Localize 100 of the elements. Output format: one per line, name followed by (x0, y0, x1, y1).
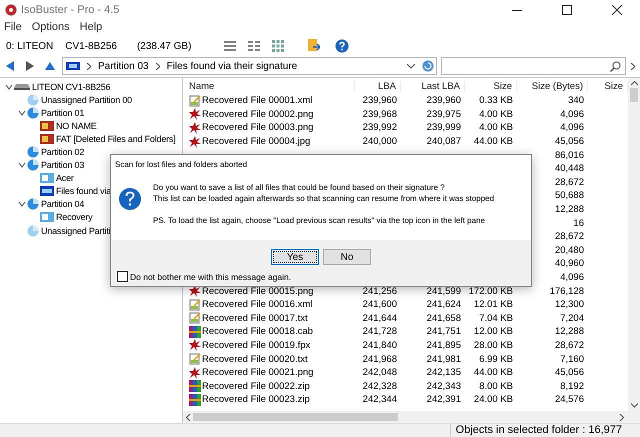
table-cell-text: 16 (572, 218, 585, 229)
chevron-icon[interactable] (18, 161, 26, 170)
drive-dropdown[interactable]: 0: LITEON CV1-8B256 (238.47 GB) (2, 37, 210, 55)
table-cell-text: 240,000 (362, 136, 398, 148)
table-cell-text: 6.99 KB (478, 354, 514, 365)
column-header[interactable]: Last LBA (401, 80, 465, 92)
checkbox-label: Do not bother me with this message again. (130, 272, 292, 282)
archive-icon (189, 394, 201, 406)
table-cell-text: 242,344 (362, 394, 398, 406)
dialog-button[interactable]: No (323, 249, 371, 265)
column-header[interactable]: Size (465, 80, 517, 92)
file-name: Recovered File 00016.xml (202, 299, 312, 310)
close-icon[interactable] (612, 5, 622, 15)
table-cell-text: 239,992 (362, 122, 398, 134)
help-icon[interactable] (335, 39, 349, 53)
dialog-title: Scan for lost files and folders aborted (114, 159, 248, 171)
file-system-icon (40, 186, 54, 196)
tree-item[interactable]: Recovery (56, 212, 92, 222)
breadcrumb[interactable]: Files found via their signature (166, 60, 298, 72)
table-cell-text: 8,192 (559, 380, 585, 392)
file-name: Recovered File 00021.png (202, 367, 314, 378)
tree-item[interactable]: Partition 01 (41, 108, 84, 118)
table-cell-text: 40,960 (554, 258, 585, 270)
file-name: Recovered File 00018.cab (202, 326, 313, 338)
splat-icon (189, 122, 201, 134)
drive-icon (14, 82, 30, 91)
scroll-up-icon[interactable] (630, 81, 638, 86)
tree-item[interactable]: Partition 03 (41, 160, 84, 170)
status-text: Objects in selected folder : 16,977 (450, 424, 640, 437)
chevron-icon[interactable] (631, 62, 635, 70)
search-icon[interactable] (610, 60, 621, 72)
tree-item[interactable]: NO NAME (56, 120, 97, 131)
splat-icon (189, 108, 201, 120)
window-title: IsoBuster - Pro - 4.5 (21, 4, 120, 16)
scroll-down-icon[interactable] (630, 403, 638, 408)
splat-icon (189, 366, 201, 379)
back-icon[interactable] (6, 61, 14, 71)
breadcrumb[interactable]: Partition 03 (98, 60, 149, 72)
scroll-thumb[interactable] (193, 413, 398, 421)
table-cell-text: 239,960 (426, 95, 462, 106)
menu-item[interactable]: File (4, 21, 22, 33)
scroll-left-icon[interactable] (186, 414, 191, 420)
scroll-right-icon[interactable] (619, 414, 624, 420)
menu-item[interactable]: Help (80, 21, 102, 33)
menu-item[interactable]: Options (32, 21, 70, 33)
up-icon[interactable] (45, 62, 55, 70)
horizontal-scrollbar[interactable] (183, 411, 640, 423)
table-cell-text: 241,256 (362, 286, 398, 297)
search-field[interactable] (441, 57, 626, 75)
app-logo-icon (5, 4, 17, 16)
table-cell-text: 241,981 (426, 354, 462, 365)
column-header[interactable]: LBA (355, 80, 401, 92)
tree-item[interactable]: Acer (56, 173, 74, 184)
folder-type-icon (66, 62, 80, 70)
table-cell-text: 241,895 (426, 340, 462, 351)
table-cell-text: 44.00 KB (472, 367, 514, 378)
dialog-button[interactable]: Yes (271, 249, 319, 265)
archive-icon (189, 380, 201, 392)
file-system-icon (40, 211, 54, 224)
table-cell-text: 239,960 (362, 95, 398, 106)
maximize-icon[interactable] (562, 5, 572, 15)
table-cell-text: 241,840 (362, 340, 398, 351)
tree-item[interactable]: LITEON CV1-8B256 (32, 82, 110, 92)
column-header[interactable]: Name (185, 80, 355, 92)
table-cell-text: 240,087 (426, 136, 462, 148)
table-cell-text: 86,016 (554, 150, 585, 161)
list-view-icon[interactable] (224, 41, 236, 51)
table-cell-text: 241,968 (362, 354, 398, 365)
file-name: Recovered File 00001.xml (202, 95, 312, 106)
checkbox[interactable] (117, 271, 128, 282)
dialog-message: PS. To load the list again, choose "Load previous scan results" via the top icon in the left pane (153, 215, 486, 226)
export-icon[interactable] (308, 39, 320, 53)
file-name: Recovered File 00003.png (202, 122, 314, 134)
splat-icon (189, 136, 201, 148)
scroll-thumb[interactable] (630, 88, 638, 102)
file-name: Recovered File 00017.txt (202, 312, 308, 324)
details-view-icon[interactable] (248, 41, 260, 51)
table-cell-text: 28.00 KB (472, 340, 514, 351)
tree-item[interactable]: FAT [Deleted Files and Folders] (56, 134, 176, 144)
vertical-scrollbar[interactable] (628, 78, 640, 411)
question-icon (119, 188, 141, 210)
table-cell-text: 4.00 KB (478, 122, 514, 134)
grid-view-icon[interactable] (272, 40, 284, 52)
pie-icon (27, 224, 39, 237)
refresh-icon[interactable] (422, 60, 434, 72)
chevron-icon (87, 62, 91, 70)
tree-item[interactable]: Partition 04 (41, 199, 84, 210)
tree-item[interactable]: Unassigned Partiti (41, 226, 110, 236)
tree-item[interactable]: Unassigned Partition 00 (41, 94, 132, 105)
file-name: Recovered File 00002.png (202, 108, 314, 120)
file-name: Recovered File 00023.zip (202, 394, 310, 406)
caret-icon[interactable] (407, 64, 415, 68)
chevron-icon[interactable] (5, 82, 13, 91)
tree-item[interactable]: Partition 02 (41, 147, 84, 158)
table-cell-text: 239,999 (426, 122, 462, 134)
document-icon (189, 298, 201, 311)
chevron-icon[interactable] (18, 200, 26, 208)
column-header[interactable]: Size (Bytes) (517, 80, 588, 92)
chevron-icon[interactable] (18, 108, 26, 117)
forward-icon[interactable] (26, 61, 34, 71)
